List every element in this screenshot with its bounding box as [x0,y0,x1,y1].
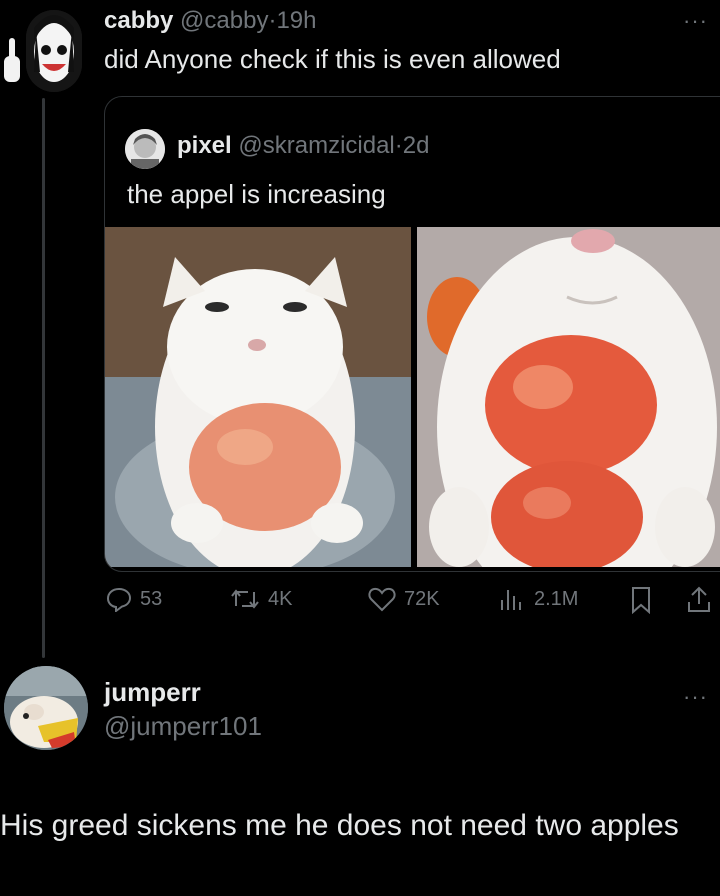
quoted-author-handle[interactable]: @skramzicidal [238,132,394,159]
retweet-count: 4K [268,587,293,610]
share-icon [688,586,710,612]
reply-button[interactable]: 53 [106,586,162,612]
quoted-avatar[interactable] [125,129,165,169]
share-button[interactable] [686,586,712,614]
bookmark-button[interactable] [630,586,652,614]
middle-finger-icon [4,38,20,82]
avatar[interactable] [26,10,82,92]
views-count: 2.1M [534,587,579,610]
retweet-button[interactable]: 4K [230,586,292,612]
reply-author-name[interactable]: jumperr [104,676,201,708]
views-icon [501,590,521,610]
tweet-actions: 53 4K 72K 2.1M [104,582,720,622]
heart-icon [368,587,396,612]
reply-more-icon[interactable]: ··· [683,684,708,710]
tweet-header: cabby @cabby·19h [104,6,317,36]
cat-with-two-apples-image[interactable] [417,227,720,567]
quoted-time: ·2d [394,132,430,159]
author-name[interactable]: cabby [104,7,173,34]
thread-line [42,98,45,658]
quoted-text: the appel is increasing [127,179,386,209]
cabby-avatar-group[interactable] [0,0,86,96]
quoted-author-name[interactable]: pixel [177,132,232,159]
jumperr-avatar[interactable] [4,666,88,750]
reply-count: 53 [140,587,163,610]
quoted-header: pixel @skramzicidal·2d [177,131,429,161]
views-button[interactable]: 2.1M [498,586,578,612]
tweet-text: did Anyone check if this is even allowed [104,44,561,74]
retweet-icon [231,589,259,609]
cat-with-one-apple-image[interactable] [105,227,411,567]
more-icon[interactable]: ··· [683,8,708,34]
quoted-tweet-card[interactable]: pixel @skramzicidal·2d the appel is incr… [104,96,720,572]
reply-author-handle[interactable]: @jumperr101 [104,710,262,742]
bookmark-icon [632,587,650,614]
author-handle[interactable]: @cabby [180,7,268,34]
like-count: 72K [404,587,440,610]
like-button[interactable]: 72K [368,586,440,612]
reply-icon [106,587,132,612]
tweet-time[interactable]: ·19h [268,7,316,34]
reply-text: His greed sickens me he does not need tw… [0,809,679,842]
